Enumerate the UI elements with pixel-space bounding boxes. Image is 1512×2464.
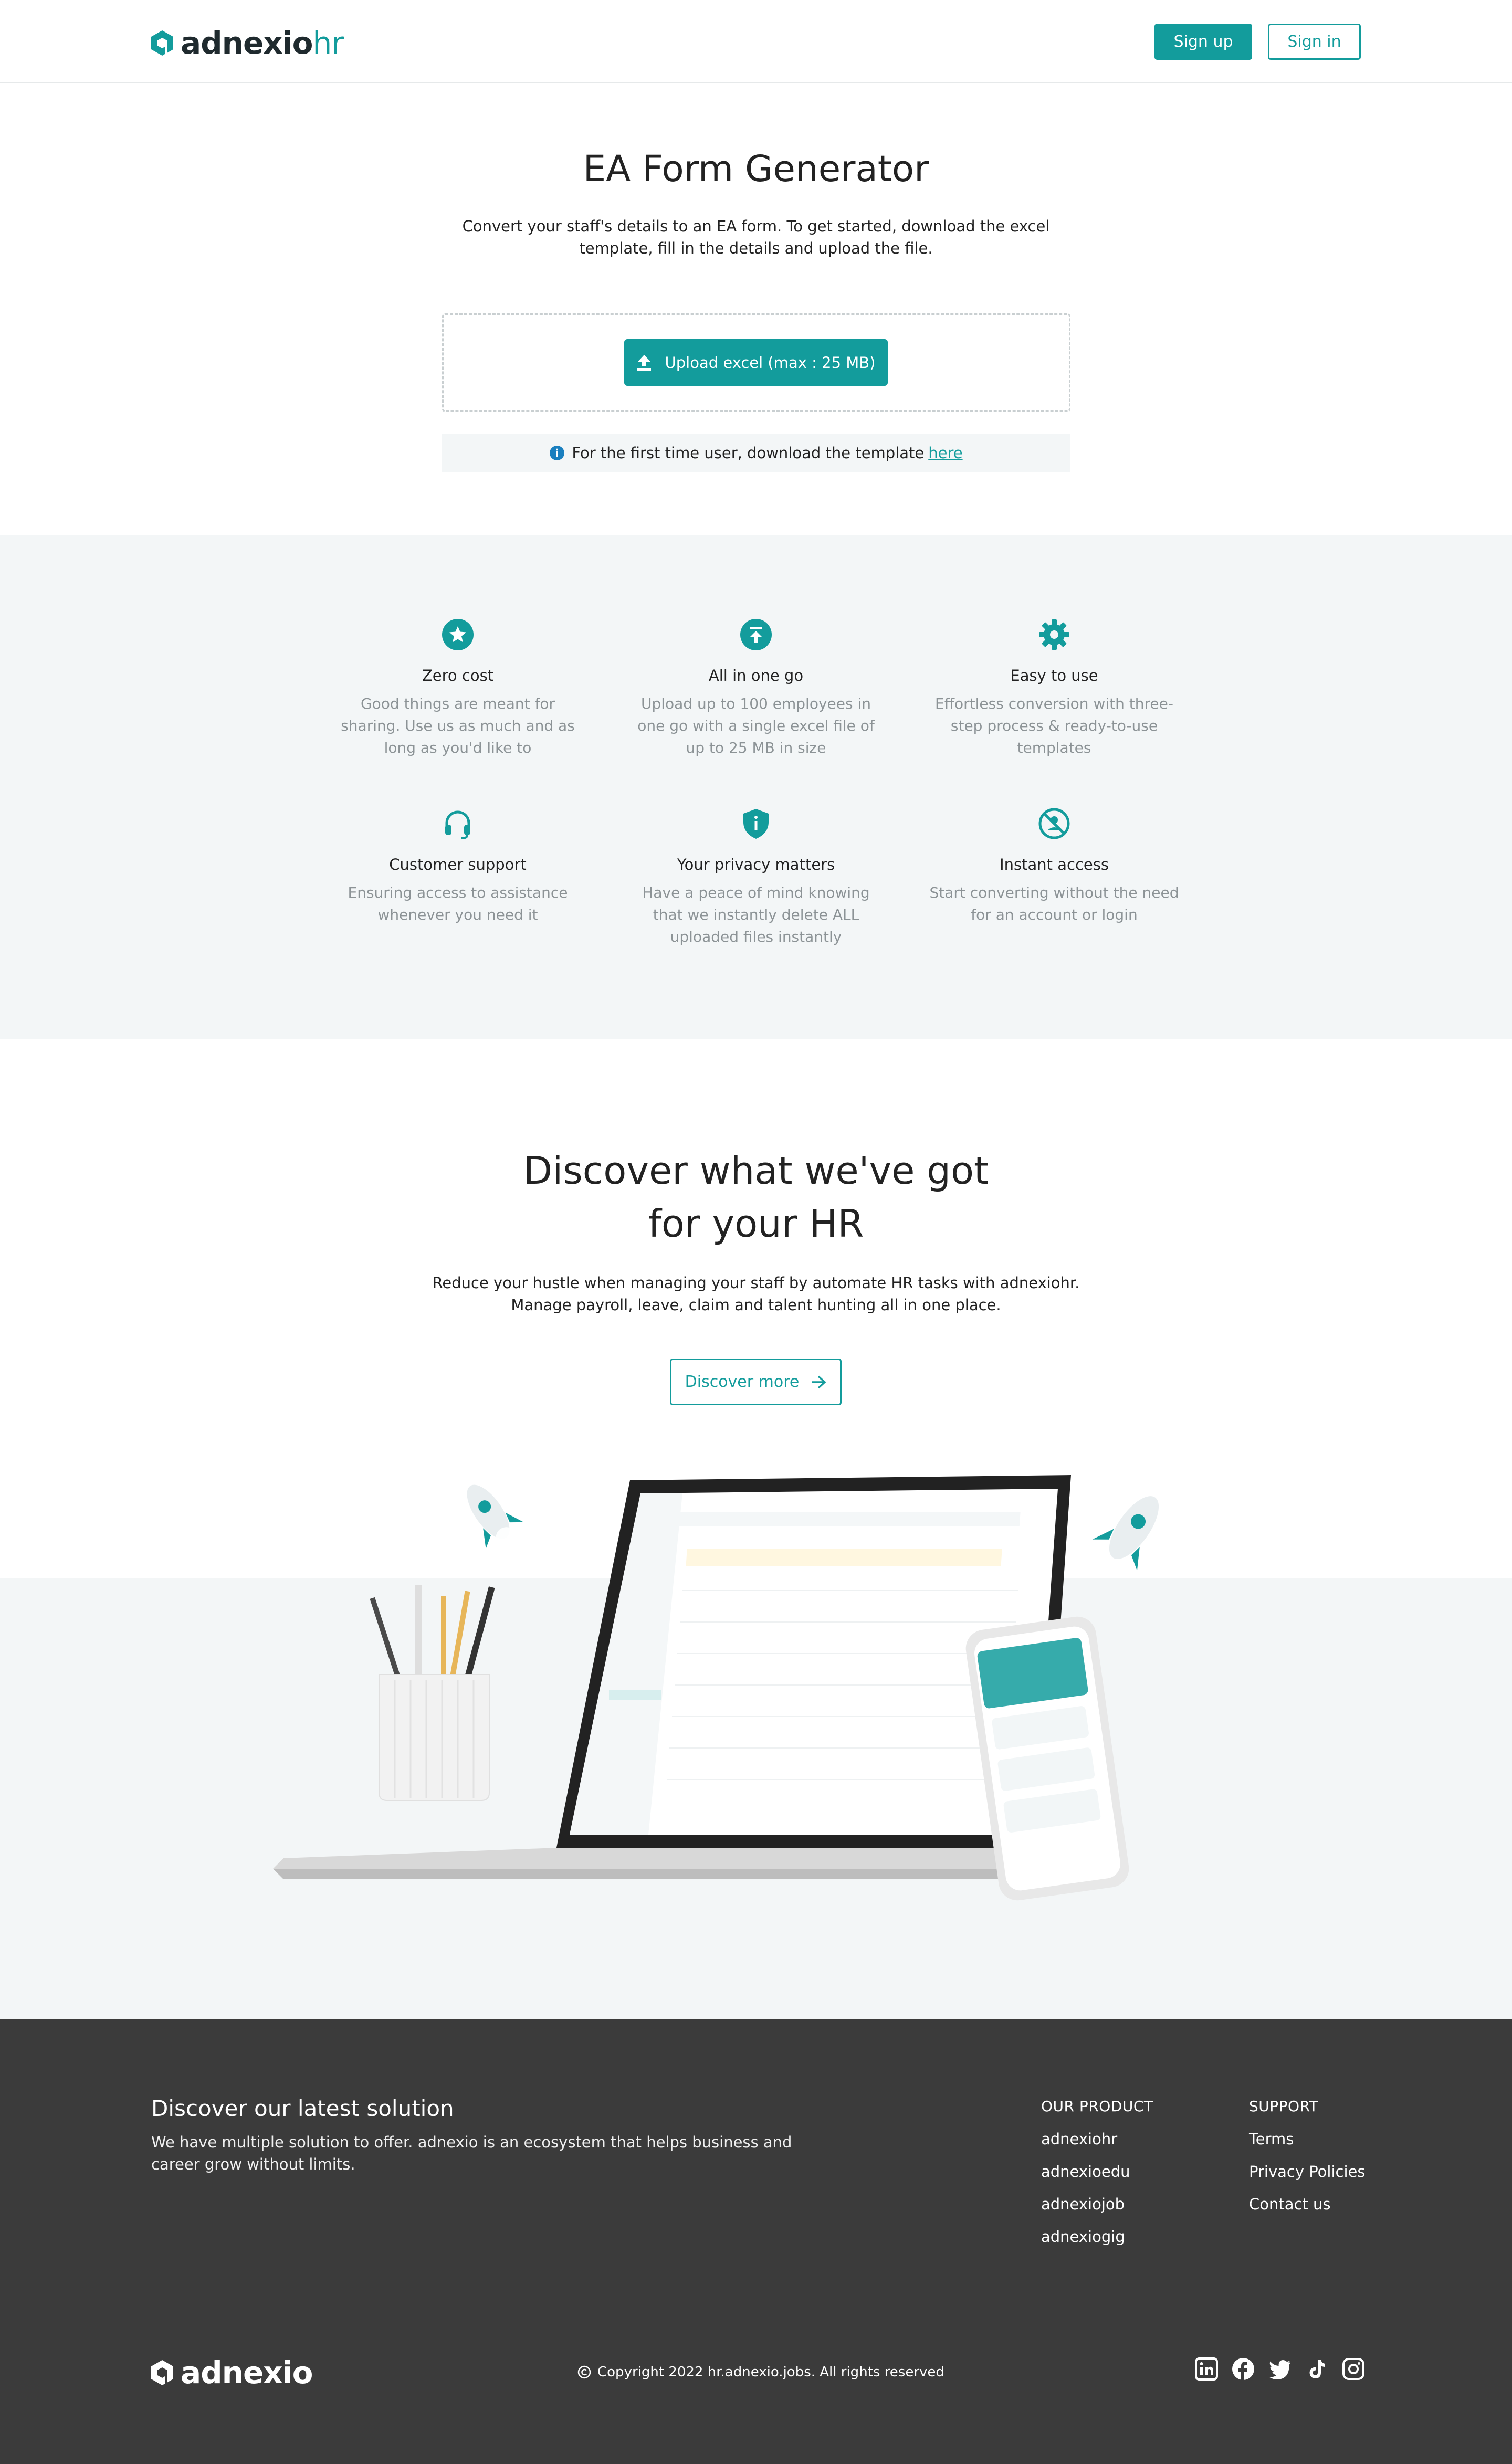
- copyright-icon: [578, 2365, 591, 2379]
- rocket-left-icon: [467, 1484, 536, 1574]
- brand-logo[interactable]: adnexiohr: [151, 25, 344, 61]
- logo-text: adnexiohr: [181, 25, 344, 61]
- upload-circle-icon: [740, 619, 772, 650]
- footer-title: Discover our latest solution: [151, 2096, 454, 2121]
- pencil-cup: [370, 1585, 495, 1801]
- footer-link-adnexiogig[interactable]: adnexiogig: [1041, 2226, 1153, 2248]
- page-title: EA Form Generator: [583, 148, 929, 190]
- copyright-text: Copyright 2022 hr.adnexio.jobs. All righ…: [578, 2364, 944, 2380]
- footer-link-contact[interactable]: Contact us: [1249, 2194, 1365, 2215]
- shield-info-icon: [743, 809, 769, 839]
- social-links: [1195, 2357, 1365, 2381]
- gear-icon: [1039, 619, 1069, 650]
- footer-link-adnexioedu[interactable]: adnexioedu: [1041, 2161, 1153, 2183]
- upload-icon: [637, 354, 651, 371]
- signup-button[interactable]: Sign up: [1154, 24, 1252, 60]
- feature-privacy-matters: Your privacy matters Have a peace of min…: [630, 807, 882, 948]
- feature-customer-support: Customer support Ensuring access to assi…: [332, 807, 584, 926]
- star-badge-icon: [442, 619, 474, 650]
- feature-instant-access: Instant access Start converting without …: [928, 807, 1180, 926]
- template-info-bar: For the first time user, download the te…: [442, 434, 1070, 472]
- footer-link-adnexiojob[interactable]: adnexiojob: [1041, 2194, 1153, 2215]
- feature-all-in-one-go: All in one go Upload up to 100 employees…: [630, 618, 882, 759]
- facebook-icon[interactable]: [1232, 2357, 1255, 2381]
- twitter-icon[interactable]: [1268, 2357, 1292, 2381]
- arrow-right-icon: [812, 1375, 826, 1388]
- info-icon: [550, 446, 565, 460]
- headset-icon: [445, 810, 470, 839]
- tiktok-icon[interactable]: [1305, 2357, 1328, 2381]
- site-header: adnexiohr Sign up Sign in: [0, 0, 1512, 83]
- footer-support-column: SUPPORT Terms Privacy Policies Contact u…: [1249, 2098, 1365, 2226]
- discover-more-button[interactable]: Discover more: [670, 1359, 842, 1405]
- signin-button[interactable]: Sign in: [1268, 24, 1361, 60]
- rocket-right-icon: [1092, 1496, 1159, 1571]
- feature-zero-cost: Zero cost Good things are meant for shari…: [332, 618, 584, 759]
- no-account-icon: [1038, 808, 1070, 839]
- footer-description: We have multiple solution to offer. adne…: [151, 2133, 792, 2173]
- linkedin-icon[interactable]: [1195, 2357, 1218, 2381]
- footer-link-privacy[interactable]: Privacy Policies: [1249, 2161, 1365, 2183]
- template-download-link[interactable]: here: [928, 444, 962, 462]
- site-footer: Discover our latest solution We have mul…: [0, 2019, 1512, 2464]
- footer-link-adnexiohr[interactable]: adnexiohr: [1041, 2129, 1153, 2150]
- instagram-icon[interactable]: [1342, 2357, 1365, 2381]
- hero-subtitle: Convert your staff's details to an EA fo…: [462, 217, 1050, 257]
- footer-link-terms[interactable]: Terms: [1249, 2129, 1365, 2150]
- product-illustration: [273, 1475, 1159, 1901]
- footer-product-column: OUR PRODUCT adnexiohr adnexioedu adnexio…: [1041, 2098, 1153, 2259]
- discover-title: Discover what we've got for your HR: [523, 1149, 989, 1246]
- logo-mark-icon: [151, 2360, 173, 2385]
- upload-excel-button[interactable]: Upload excel (max : 25 MB): [624, 339, 888, 386]
- footer-logo[interactable]: adnexio: [151, 2355, 313, 2391]
- logo-mark-icon: [151, 30, 173, 56]
- discover-subtitle: Reduce your hustle when managing your st…: [432, 1274, 1080, 1314]
- features-section: Zero cost Good things are meant for shari…: [0, 535, 1512, 1039]
- feature-easy-to-use: Easy to use Effortless conversion with t…: [928, 618, 1180, 759]
